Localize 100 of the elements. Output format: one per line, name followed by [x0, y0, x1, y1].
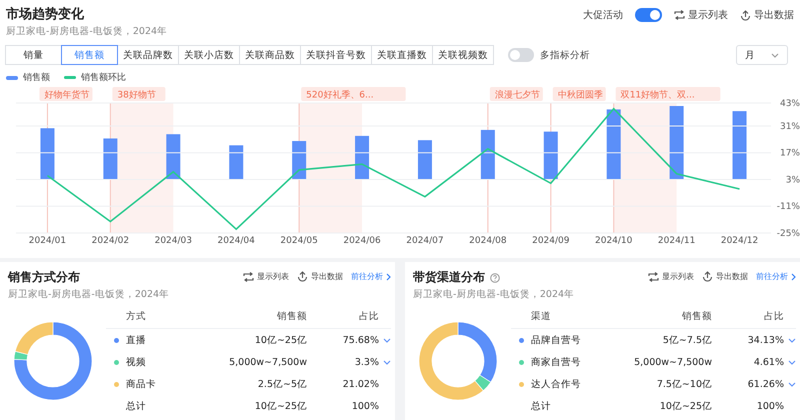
table-cell-text: 3.3% [354, 356, 379, 368]
axis-label: 2024/08 [469, 236, 507, 245]
table-cell-text: 5,000w~7,500w [633, 356, 712, 368]
chevron-down-icon [788, 360, 796, 364]
export-button[interactable]: 导出数据 [740, 8, 794, 22]
table-cell-text: 总计 [125, 400, 147, 412]
axis-label: 31% [780, 122, 800, 132]
promo-tag: 浪漫七夕节 [490, 87, 543, 101]
axis-label: 2024/10 [595, 236, 632, 245]
axis-label: -25% [776, 229, 800, 239]
panel-title: 带货渠道分布 [413, 269, 485, 286]
table-cell: 达人合作号 [531, 378, 581, 390]
table-cell-text: 5,000w~7,500w [228, 356, 307, 368]
table-cell-text: 10亿~25亿 [658, 400, 712, 412]
tab[interactable]: 销售额 [61, 45, 118, 65]
axis-label: 2024/12 [720, 236, 758, 245]
swap-icon [243, 272, 254, 282]
panel-subtitle: 厨卫家电-厨房电器-电饭煲，2024年 [413, 288, 574, 301]
chevron-right-icon [386, 272, 391, 280]
table-cell: 直播 [126, 334, 146, 346]
tab[interactable]: 关联商品数 [239, 45, 301, 65]
table-cell: 品牌自营号 [531, 334, 581, 346]
table-cell-text: 10亿~25亿 [254, 400, 307, 412]
show-list-button[interactable]: 显示列表 [674, 8, 728, 22]
export-icon [702, 271, 713, 282]
axis-label: 3% [786, 175, 800, 186]
show-list-button[interactable]: 显示列表 [243, 271, 289, 282]
axis-label: 43% [780, 99, 800, 109]
axis-label: -11% [776, 202, 800, 212]
chevron-down-icon [383, 360, 391, 364]
table-cell-text: 总计 [530, 400, 552, 412]
panel-title: 销售方式分布 [8, 269, 80, 286]
export-button[interactable]: 导出数据 [702, 271, 748, 282]
page-title: 市场趋势变化 [6, 6, 85, 23]
sales-bar [292, 141, 306, 180]
toggle-switch[interactable] [508, 48, 534, 62]
panel-subtitle: 厨卫家电-厨房电器-电饭煲，2024年 [8, 288, 170, 301]
table-cell-text: 7.5亿~10亿 [656, 378, 712, 390]
chevron-right-icon [791, 272, 796, 280]
analysis-link[interactable]: 前往分析 [756, 271, 796, 282]
sales-bar [732, 111, 747, 180]
table-cell: 商家自营号 [531, 356, 581, 368]
chevron-down-icon [383, 338, 391, 342]
table-cell: 视频 [126, 356, 146, 368]
show-list-button[interactable]: 显示列表 [648, 271, 694, 282]
tab[interactable]: 关联抖音号数 [300, 45, 372, 65]
column-header: 占比 [763, 310, 784, 323]
sales-bar [103, 138, 118, 180]
table-cell-text: 100% [350, 400, 379, 412]
column-header: 销售额 [681, 310, 712, 323]
axis-label: 17% [780, 148, 800, 159]
chevron-down-icon [788, 338, 796, 342]
period-dropdown[interactable]: 月 [736, 45, 788, 65]
sales-bar [480, 130, 495, 180]
promo-tag: 中秋团圆季 [552, 87, 606, 101]
chevron-down-icon [788, 382, 796, 386]
table-cell-text: 100% [756, 400, 784, 412]
table-cell: 商品卡 [126, 378, 156, 390]
axis-label: 2024/07 [406, 236, 444, 245]
axis-label: 2024/11 [658, 236, 696, 245]
sales-bar [544, 132, 558, 180]
table-cell-text: 61.26% [746, 378, 784, 390]
help-icon[interactable] [490, 272, 500, 282]
toggle-switch[interactable] [635, 8, 662, 22]
table-cell-text: 4.61% [752, 356, 784, 368]
analysis-link[interactable]: 前往分析 [351, 271, 391, 282]
sales-bar [606, 109, 621, 180]
column-header: 方式 [125, 310, 147, 323]
toggle-label: 多指标分析 [540, 48, 590, 62]
export-icon [740, 10, 751, 20]
axis-label: 2024/04 [218, 236, 255, 245]
legend-label: 销售额环比 [81, 72, 126, 84]
axis-label: 2024/03 [154, 236, 192, 245]
legend-swatch [64, 76, 76, 79]
promo-tag: 38好物节 [112, 87, 166, 101]
tab[interactable]: 关联小店数 [178, 45, 240, 65]
page-subtitle: 厨卫家电-厨房电器-电饭煲，2024年 [6, 25, 168, 38]
axis-label: 2024/01 [28, 236, 66, 245]
axis-label: 2024/06 [343, 236, 381, 245]
table-cell-text: 5亿~7.5亿 [662, 334, 712, 346]
tab[interactable]: 关联视频数 [432, 45, 494, 65]
tab[interactable]: 关联直播数 [371, 45, 433, 65]
export-button[interactable]: 导出数据 [297, 271, 343, 282]
table-cell-text: 10亿~25亿 [254, 334, 307, 346]
column-header: 渠道 [530, 310, 552, 323]
column-header: 占比 [358, 310, 379, 323]
toggle-label: 大促活动 [583, 8, 623, 22]
column-header: 销售额 [276, 310, 307, 323]
tab[interactable]: 关联品牌数 [117, 45, 179, 65]
table-cell-text: 34.13% [746, 334, 784, 346]
swap-icon [648, 272, 659, 282]
legend-label: 销售额 [23, 72, 50, 84]
axis-label: 2024/05 [280, 236, 318, 245]
promo-tag: 双11好物节、双... [616, 87, 720, 101]
sales-bar [229, 145, 244, 180]
sales-bar [40, 128, 54, 180]
promo-tag: 520好礼季、6... [301, 87, 406, 101]
tab[interactable]: 销量 [5, 45, 62, 65]
swap-icon [674, 10, 685, 20]
axis-label: 2024/09 [532, 236, 570, 245]
